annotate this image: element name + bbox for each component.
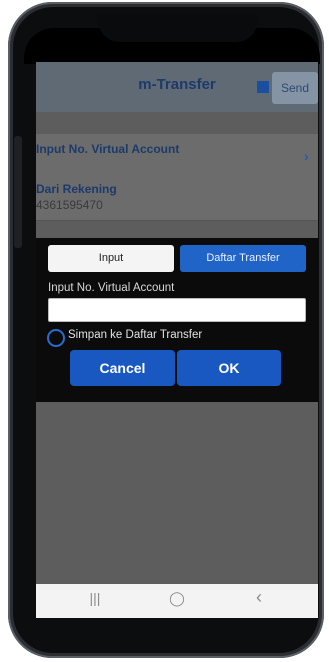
tab-daftar-transfer[interactable]: Daftar Transfer xyxy=(180,245,306,272)
save-radio-label: Simpan ke Daftar Transfer xyxy=(68,329,203,341)
chevron-right-icon: › xyxy=(304,148,309,164)
camera-notch xyxy=(98,14,258,42)
input-dialog: Input Daftar Transfer Input No. Virtual … xyxy=(36,238,318,402)
row-label: Dari Rekening xyxy=(36,182,117,196)
app-header: m-Transfer Send xyxy=(36,62,318,112)
virtual-account-row[interactable]: Input No. Virtual Account › xyxy=(36,134,318,181)
virtual-account-input[interactable] xyxy=(48,298,306,322)
system-nav-bar: ||| ◯ ‹ xyxy=(36,584,318,618)
field-label: Input No. Virtual Account xyxy=(48,282,175,294)
home-icon[interactable]: ◯ xyxy=(162,590,192,607)
back-icon[interactable]: ‹ xyxy=(244,587,274,608)
side-button xyxy=(14,136,22,248)
source-account-row[interactable]: Dari Rekening 4361595470 xyxy=(36,180,318,221)
recent-apps-icon[interactable]: ||| xyxy=(80,590,110,606)
cancel-button[interactable]: Cancel xyxy=(70,350,175,386)
send-button[interactable]: Send xyxy=(272,72,318,104)
indicator-square-icon xyxy=(257,81,269,93)
account-number: 4361595470 xyxy=(36,198,103,212)
app-screen: m-Transfer Send Input No. Virtual Accoun… xyxy=(36,62,318,618)
tab-input[interactable]: Input xyxy=(48,245,174,272)
row-label: Input No. Virtual Account xyxy=(36,142,180,156)
ok-button[interactable]: OK xyxy=(177,350,281,386)
save-radio[interactable] xyxy=(47,329,65,347)
